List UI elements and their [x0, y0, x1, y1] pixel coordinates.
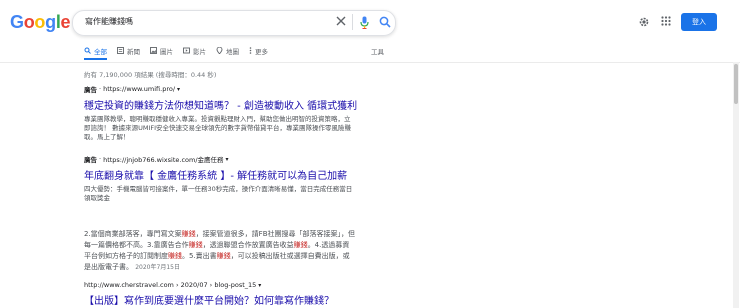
tab-all[interactable]: 全部: [84, 44, 107, 60]
caret-down-icon[interactable]: ▾: [226, 156, 229, 163]
organic-result: http://www.cherstravel.com › 2020/07 › b…: [84, 281, 354, 307]
organic-snippet: 2.當個商業部落客，專門寫文案賺錢，接案管道很多，請FB社團搜尋「部落客接案」，…: [84, 229, 356, 273]
tab-more[interactable]: 更多: [249, 44, 268, 58]
logo-letter-2: o: [23, 12, 35, 32]
news-icon: [117, 46, 124, 56]
tab-videos[interactable]: 影片: [183, 44, 206, 58]
caret-down-icon[interactable]: ▾: [258, 282, 261, 289]
google-logo[interactable]: Google: [10, 12, 71, 33]
logo-letter-6: e: [60, 12, 71, 32]
ad-result: 廣告 · https://www.umifi.pro/ ▾ 穩定投資的賺錢方法你想…: [84, 84, 357, 142]
search-divider: [352, 14, 353, 30]
snippet-highlight: 賺錢: [293, 241, 308, 249]
result-url[interactable]: http://www.cherstravel.com › 2020/07 › b…: [84, 281, 256, 289]
caret-down-icon[interactable]: ▾: [177, 86, 180, 93]
tab-label: 地圖: [226, 48, 239, 56]
result-url-line: http://www.cherstravel.com › 2020/07 › b…: [84, 281, 354, 289]
ad-separator: ·: [99, 155, 102, 163]
tab-label: 圖片: [160, 48, 173, 56]
result-date: 2020年7月15日: [135, 264, 180, 271]
result-snippet: 四大優勢：手機電腦皆可接案件，單一任務30秒完成，操作介面清晰易懂，當日完成任務…: [84, 185, 353, 202]
gear-icon[interactable]: [637, 15, 651, 29]
header-divider: [0, 62, 740, 63]
tab-label: 新聞: [127, 48, 140, 56]
logo-letter-4: g: [45, 12, 56, 32]
search-tabs: 全部 新聞 圖片 影片 地圖 更多: [84, 44, 268, 60]
ad-header: 廣告 · https://jnjob766.wixsite.com/金鷹任務 ▾: [84, 154, 354, 164]
tab-label: 全部: [94, 48, 107, 56]
ad-label: 廣告: [84, 156, 97, 164]
tab-news[interactable]: 新聞: [117, 44, 140, 58]
header: Google 寫作能賺錢嗎 登入: [0, 0, 740, 44]
snippet-highlight: 賺錢: [181, 230, 196, 238]
search-input[interactable]: 寫作能賺錢嗎: [85, 16, 133, 27]
search-icon[interactable]: [378, 14, 392, 30]
video-icon: [183, 47, 190, 56]
logo-letter-3: o: [34, 12, 46, 32]
result-title-link[interactable]: 【出版】寫作到底要選什麼平台開始？如何靠寫作賺錢？: [84, 292, 354, 307]
scrollbar-thumb[interactable]: [734, 64, 738, 104]
snippet-highlight: 賺錢: [216, 252, 231, 260]
clear-icon[interactable]: [334, 14, 348, 28]
tools-button[interactable]: 工具: [371, 46, 384, 56]
snippet-text: ，透過聯盟合作放置廣告收益: [202, 241, 294, 249]
map-pin-icon: [216, 46, 223, 56]
image-icon: [150, 46, 157, 56]
tab-label: 更多: [255, 48, 268, 56]
ad-separator: ·: [99, 85, 102, 93]
tab-label: 影片: [193, 48, 206, 56]
ad-header: 廣告 · https://www.umifi.pro/ ▾: [84, 84, 354, 94]
result-url[interactable]: https://www.umifi.pro/: [103, 85, 175, 93]
ad-label: 廣告: [84, 86, 97, 94]
snippet-text: 。5.賣出書: [182, 252, 217, 260]
result-snippet: 專業團隊教學，聰明賺取穩健收入專業。投資觀點理財入門，幫助您做出明智的投資策略，…: [84, 115, 352, 141]
sign-in-button[interactable]: 登入: [681, 13, 717, 31]
ad-result: 廣告 · https://jnjob766.wixsite.com/金鷹任務 ▾ …: [84, 154, 354, 203]
tab-images[interactable]: 圖片: [150, 44, 173, 58]
microphone-icon[interactable]: [358, 14, 370, 30]
snippet-text: 2.當個商業部落客，專門寫文案: [84, 230, 182, 238]
result-stats: 約有 7,190,000 項結果 (搜尋時間：0.44 秒): [84, 71, 217, 79]
apps-grid-icon[interactable]: [660, 15, 672, 27]
result-title-link[interactable]: 年底翻身就靠【 金鷹任務系統 】- 解任務就可以為自己加薪: [84, 167, 354, 182]
snippet-highlight: 賺錢: [188, 241, 203, 249]
snippet-highlight: 賺錢: [168, 252, 182, 260]
result-title-link[interactable]: 穩定投資的賺錢方法你想知道嗎？ - 創造被動收入 循環式獲利: [84, 97, 357, 112]
tab-maps[interactable]: 地圖: [216, 44, 239, 58]
result-url[interactable]: https://jnjob766.wixsite.com/金鷹任務: [103, 154, 223, 164]
more-vert-icon: [249, 46, 252, 56]
search-icon: [84, 47, 91, 56]
logo-letter-1: G: [10, 12, 24, 32]
